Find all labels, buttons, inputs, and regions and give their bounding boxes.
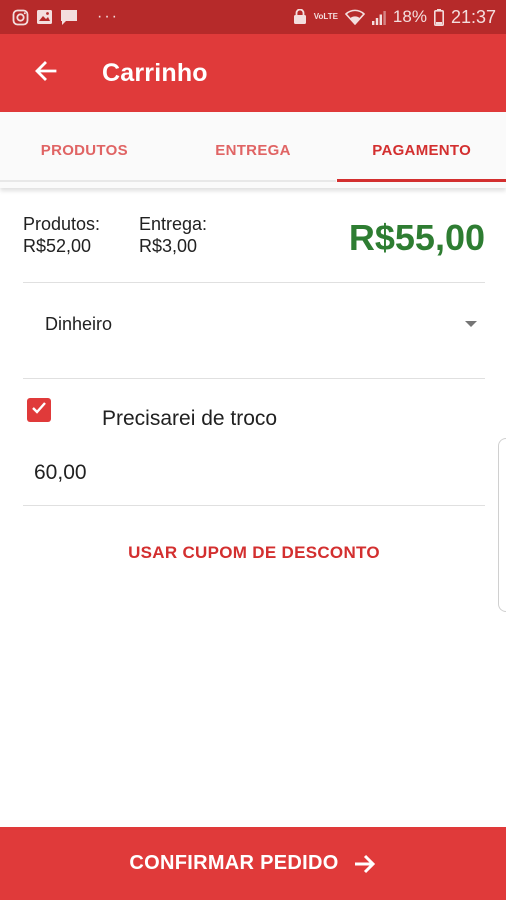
confirm-order-button[interactable]: CONFIRMAR PEDIDO <box>0 827 506 900</box>
message-icon <box>60 9 78 26</box>
products-value: R$52,00 <box>23 236 92 256</box>
more-notifications-indicator: ··· <box>97 8 119 25</box>
status-left: ··· <box>12 8 119 26</box>
divider <box>23 282 485 283</box>
payment-method-value: Dinheiro <box>45 313 113 334</box>
delivery-summary: Entrega: R$3,00 <box>139 213 207 257</box>
checkmark-icon <box>31 401 47 420</box>
confirm-order-label: CONFIRMAR PEDIDO <box>129 852 339 874</box>
tab-produtos[interactable]: PRODUTOS <box>0 112 169 188</box>
arrow-left-icon <box>35 60 57 87</box>
need-change-label: Precisarei de troco <box>102 407 278 430</box>
change-row: Precisarei de troco <box>27 398 485 438</box>
page-title: Carrinho <box>102 58 208 87</box>
delivery-label: Entrega: <box>139 214 208 234</box>
signal-icon <box>371 10 386 25</box>
divider <box>23 378 485 379</box>
alarm-lock-icon <box>293 9 307 25</box>
tab-entrega[interactable]: ENTREGA <box>169 112 338 188</box>
divider <box>23 505 485 506</box>
use-coupon-button[interactable]: USAR CUPOM DE DESCONTO <box>23 532 485 574</box>
volte-indicator: VoLTE <box>313 12 338 21</box>
battery-percent: 18% <box>392 7 427 26</box>
order-summary: Produtos: R$52,00 Entrega: R$3,00 R$55,0… <box>23 213 485 283</box>
arrow-right-icon <box>353 853 377 875</box>
change-amount-input[interactable] <box>23 452 485 494</box>
instagram-icon <box>12 9 29 26</box>
wifi-icon <box>344 9 365 25</box>
battery-icon <box>433 8 444 26</box>
order-total: R$55,00 <box>348 217 485 258</box>
clock: 21:37 <box>450 6 496 27</box>
payment-method-select[interactable]: Dinheiro <box>23 300 485 348</box>
products-summary: Produtos: R$52,00 <box>23 213 100 257</box>
tab-pagamento[interactable]: PAGAMENTO <box>337 112 506 188</box>
delivery-value: R$3,00 <box>139 236 198 256</box>
need-change-checkbox[interactable] <box>27 398 51 422</box>
app-bar: Carrinho <box>0 34 506 112</box>
checkout-tabs: PRODUTOS ENTREGA PAGAMENTO <box>0 112 506 188</box>
status-right: VoLTE 18% 21:37 <box>293 7 496 28</box>
dropdown-arrow-icon <box>465 321 477 327</box>
back-button[interactable] <box>18 45 74 101</box>
edge-panel-handle[interactable] <box>498 438 506 612</box>
image-icon <box>36 9 53 25</box>
status-bar: ··· VoLTE 18% 21:37 <box>0 0 506 34</box>
products-label: Produtos: <box>23 214 101 234</box>
